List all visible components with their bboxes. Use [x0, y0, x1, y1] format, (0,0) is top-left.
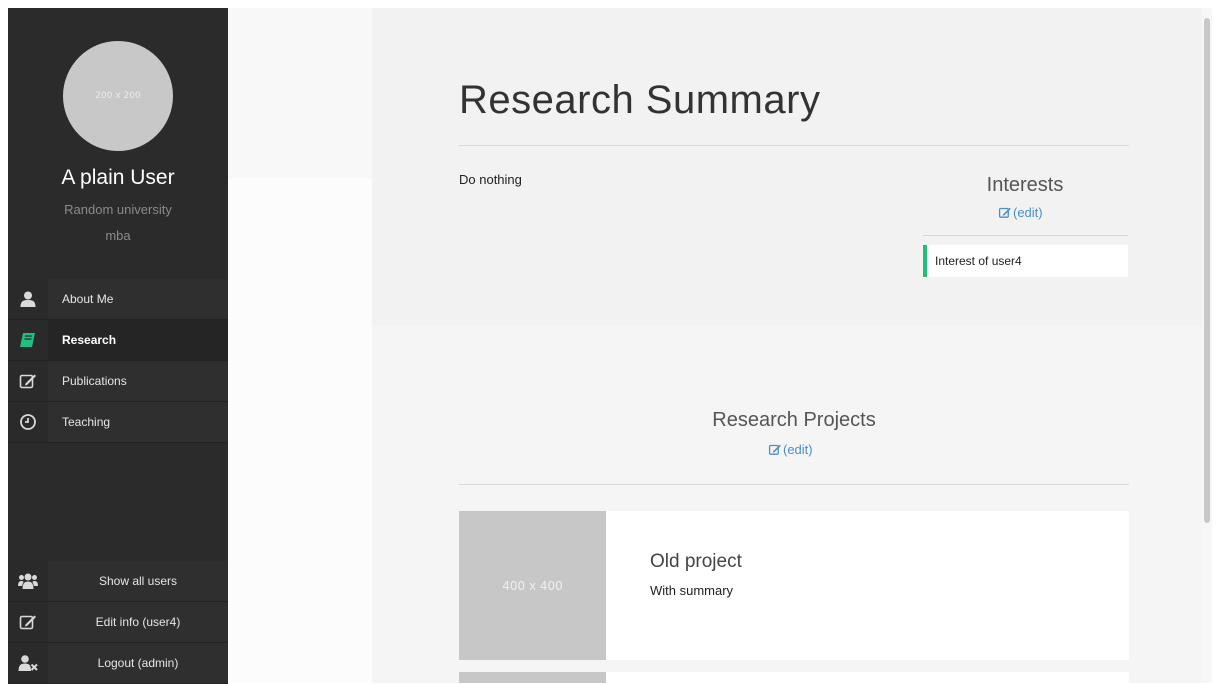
divider	[459, 145, 1129, 146]
interest-item-label: Interest of user4	[935, 254, 1022, 268]
sidebar-item-label: Teaching	[62, 415, 111, 429]
sidebar-item-label: Research	[62, 333, 117, 347]
sidebar-bottom-nav: Show all users Edit info (user4) Logout …	[8, 561, 228, 684]
profile-panel: 200 x 200 A plain User Random university…	[8, 8, 228, 278]
show-all-users-label: Show all users	[98, 574, 178, 588]
sidebar-item-research[interactable]: Research	[8, 320, 228, 361]
users-icon	[8, 561, 48, 601]
sidebar-nav: About Me Research Publications Teaching	[8, 279, 228, 443]
background-panel	[228, 178, 372, 683]
scrollbar-thumb[interactable]	[1204, 18, 1210, 523]
user-icon	[8, 279, 48, 319]
book-icon	[8, 320, 48, 360]
sidebar-item-label: Publications	[62, 374, 127, 388]
project-title: Old project	[650, 551, 742, 572]
user-remove-icon	[8, 643, 48, 683]
avatar: 200 x 200	[63, 41, 173, 151]
edit-info-button[interactable]: Edit info (user4)	[8, 602, 228, 643]
sidebar-item-label: About Me	[62, 292, 114, 306]
show-all-users-button[interactable]: Show all users	[8, 561, 228, 602]
main-content: Research Summary Do nothing Interests (e…	[372, 8, 1202, 683]
vertical-scrollbar[interactable]	[1202, 8, 1212, 683]
edit-icon	[8, 602, 48, 642]
logout-label: Logout (admin)	[97, 656, 179, 670]
project-thumbnail	[459, 672, 606, 683]
edit-info-label: Edit info (user4)	[95, 615, 181, 629]
interests-edit-label: (edit)	[1013, 205, 1043, 220]
edit-icon	[8, 361, 48, 401]
clock-icon	[8, 402, 48, 442]
sidebar: 200 x 200 A plain User Random university…	[8, 8, 228, 684]
interests-edit-link[interactable]: (edit)	[998, 205, 1043, 220]
logout-button[interactable]: Logout (admin)	[8, 643, 228, 684]
user-degree: mba	[105, 228, 131, 243]
user-university: Random university	[64, 202, 172, 217]
research-projects-heading: Research Projects	[712, 409, 876, 431]
projects-edit-label: (edit)	[783, 442, 813, 457]
avatar-placeholder-text: 200 x 200	[95, 91, 141, 101]
background-panel	[228, 8, 372, 178]
edit-icon	[768, 444, 781, 455]
project-thumbnail: 400 x 400	[459, 511, 606, 660]
user-name: A plain User	[61, 166, 175, 189]
thumbnail-placeholder-text: 400 x 400	[502, 578, 563, 593]
edit-icon	[998, 207, 1011, 218]
sidebar-item-about-me[interactable]: About Me	[8, 279, 228, 320]
divider	[923, 235, 1128, 236]
page-title: Research Summary	[459, 78, 821, 122]
projects-edit-link[interactable]: (edit)	[768, 442, 813, 457]
interests-heading: Interests	[986, 174, 1064, 196]
sidebar-item-publications[interactable]: Publications	[8, 361, 228, 402]
interest-item: Interest of user4	[923, 245, 1128, 277]
divider	[459, 484, 1129, 485]
research-summary-text: Do nothing	[459, 172, 522, 187]
project-card[interactable]: 400 x 400 Old project With summary	[459, 511, 1129, 660]
sidebar-item-teaching[interactable]: Teaching	[8, 402, 228, 443]
project-card[interactable]	[459, 672, 1129, 683]
project-summary: With summary	[650, 583, 734, 598]
